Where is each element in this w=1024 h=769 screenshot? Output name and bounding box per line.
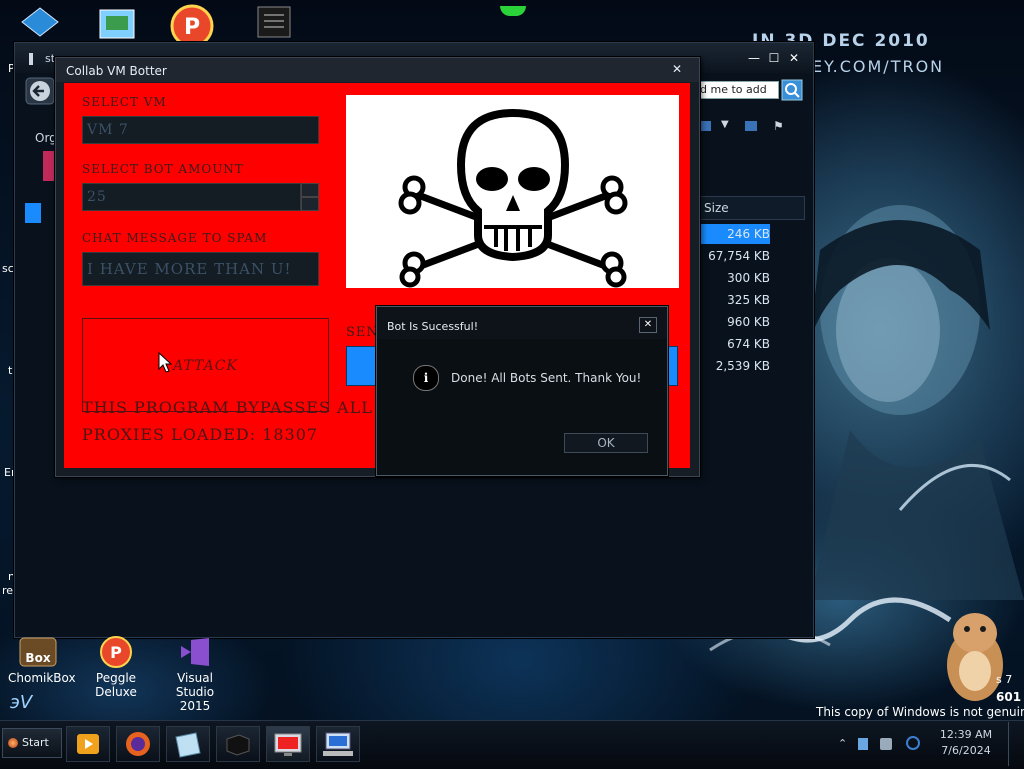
monitor-red-icon xyxy=(274,733,302,756)
desktop-icon-visual-studio[interactable]: Visual Studio 2015 xyxy=(160,636,230,713)
show-desktop-button[interactable] xyxy=(1008,722,1023,766)
send-button[interactable] xyxy=(346,346,376,386)
svg-text:P: P xyxy=(110,643,122,662)
media-player-icon xyxy=(77,734,99,754)
info-icon: i xyxy=(413,365,439,391)
not-genuine-notice: This copy of Windows is not genuine xyxy=(816,705,1024,719)
explorer-maximize-button[interactable]: ☐ xyxy=(765,50,783,66)
collab-title-text: Collab VM Botter xyxy=(66,64,167,78)
file-size-value[interactable]: 2,539 KB xyxy=(700,359,770,373)
nav-selected-item[interactable] xyxy=(25,203,41,223)
dark-box-icon xyxy=(226,734,250,756)
collab-close-button[interactable]: ✕ xyxy=(672,62,682,76)
visual-studio-icon xyxy=(181,638,209,666)
wallpaper-url-text: EY.COM/TRON xyxy=(812,57,945,76)
wallpaper-figure xyxy=(810,205,1024,600)
taskbar-firefox[interactable] xyxy=(116,726,160,762)
file-size-value[interactable]: 246 KB xyxy=(700,227,770,241)
tray-network-icon[interactable] xyxy=(858,738,868,750)
skull-image-panel xyxy=(346,95,679,288)
taskbar-media-player[interactable] xyxy=(66,726,110,762)
peggle-icon: P xyxy=(100,636,132,668)
dialog-title-text: Bot Is Sucessful! xyxy=(387,320,479,333)
tray-time[interactable]: 12:39 AM xyxy=(934,728,998,741)
proxies-loaded-text: PROXIES LOADED: 18307 xyxy=(82,425,319,444)
left-fragment-3: sc xyxy=(2,262,14,275)
dialog-title-bar[interactable]: Bot Is Sucessful! ✕ xyxy=(377,307,667,339)
help-icon[interactable]: ⚑ xyxy=(773,119,784,133)
dialog-message: Done! All Bots Sent. Thank You! xyxy=(451,371,642,385)
taskbar-collab-botter[interactable] xyxy=(266,726,310,762)
file-size-value[interactable]: 325 KB xyxy=(700,293,770,307)
taskbar-app-dark[interactable] xyxy=(216,726,260,762)
tray-volume-icon[interactable] xyxy=(906,736,920,750)
size-header-label: Size xyxy=(704,201,729,215)
tray-display-icon[interactable] xyxy=(880,738,892,750)
mouse-cursor-icon xyxy=(158,352,172,373)
ok-button[interactable]: OK xyxy=(564,433,648,453)
desktop-icon-chomikbox[interactable]: Box ChomikBox xyxy=(8,636,76,685)
peggle-label-line2: Deluxe xyxy=(95,685,137,699)
desktop-icon-peggle[interactable]: P Peggle Deluxe xyxy=(86,636,146,699)
chat-message-input[interactable]: I HAVE MORE THAN U! xyxy=(82,252,319,286)
bypass-text: THIS PROGRAM BYPASSES ALL WH xyxy=(82,398,412,417)
file-size-value[interactable]: 960 KB xyxy=(700,315,770,329)
notepad-top-icon[interactable] xyxy=(254,4,298,42)
firefox-icon xyxy=(126,732,150,756)
start-orb-icon xyxy=(8,738,18,748)
chomikbox-icon: Box xyxy=(19,637,57,667)
desktop-icon-top-1[interactable] xyxy=(18,4,62,42)
taskbar-explorer[interactable] xyxy=(166,726,210,762)
windows-explorer-icon xyxy=(175,732,201,758)
explorer-close-button[interactable]: ✕ xyxy=(785,50,803,66)
search-input-text: d me to add xyxy=(700,83,767,96)
send-label: SEN xyxy=(346,325,379,340)
bot-amount-up-button[interactable] xyxy=(301,183,319,197)
select-vm-input[interactable]: VM 7 xyxy=(82,116,319,144)
chat-message-label: CHAT MESSAGE TO SPAM xyxy=(82,231,268,245)
back-arrow-icon[interactable] xyxy=(25,77,55,105)
tray-expand-icon[interactable]: ⌃ xyxy=(838,737,847,750)
visual-studio-label-line1: Visual Studio xyxy=(175,671,215,699)
explorer-title-icon xyxy=(29,53,33,65)
svg-text:эV: эV xyxy=(10,692,34,713)
organize-fragment[interactable]: Org xyxy=(35,131,57,145)
left-fragment-4: t xyxy=(8,364,13,377)
svg-text:Box: Box xyxy=(25,651,50,665)
bot-amount-down-button[interactable] xyxy=(301,197,319,211)
desktop-icon-top-2[interactable] xyxy=(96,4,140,42)
preview-pane-icon[interactable] xyxy=(745,121,757,131)
view-icon[interactable] xyxy=(699,121,711,131)
search-icon[interactable] xyxy=(781,79,803,101)
size-column-header[interactable]: Size xyxy=(699,196,805,220)
dialog-close-button[interactable]: ✕ xyxy=(639,317,657,333)
chomikbox-label: ChomikBox xyxy=(8,671,76,685)
file-size-value[interactable]: 300 KB xyxy=(700,271,770,285)
bot-amount-input[interactable]: 25 xyxy=(82,183,301,211)
svg-text:P: P xyxy=(184,15,200,40)
success-dialog[interactable]: Bot Is Sucessful! ✕ i Done! All Bots Sen… xyxy=(376,306,668,476)
taskbar-remote-desktop[interactable] xyxy=(316,726,360,762)
small-logo-icon: эV xyxy=(10,692,34,713)
remote-desktop-icon xyxy=(323,732,353,756)
select-vm-label: SELECT VM xyxy=(82,95,167,109)
peggle-top-icon[interactable]: P xyxy=(170,4,214,42)
peggle-label-line1: Peggle xyxy=(95,671,137,685)
view-dropdown-chevron-icon[interactable]: ▼ xyxy=(721,119,729,130)
left-fragment-7: re xyxy=(2,584,14,597)
explorer-search-input[interactable]: d me to add xyxy=(697,81,779,99)
start-label: Start xyxy=(22,736,49,749)
explorer-title-text: st xyxy=(45,52,56,65)
visual-studio-label-line2: 2015 xyxy=(179,699,211,713)
bot-amount-label: SELECT BOT AMOUNT xyxy=(82,162,244,176)
windows-edition-text: s 7 xyxy=(996,673,1013,686)
tray-date[interactable]: 7/6/2024 xyxy=(934,744,998,757)
file-size-value[interactable]: 67,754 KB xyxy=(700,249,770,263)
explorer-minimize-button[interactable]: — xyxy=(745,50,763,66)
start-button[interactable]: Start xyxy=(2,728,62,758)
windows-build-text: 601 xyxy=(996,690,1022,704)
file-size-value[interactable]: 674 KB xyxy=(700,337,770,351)
skull-crossbones-icon xyxy=(398,108,628,288)
collab-title-bar[interactable]: Collab VM Botter ✕ xyxy=(56,58,699,82)
